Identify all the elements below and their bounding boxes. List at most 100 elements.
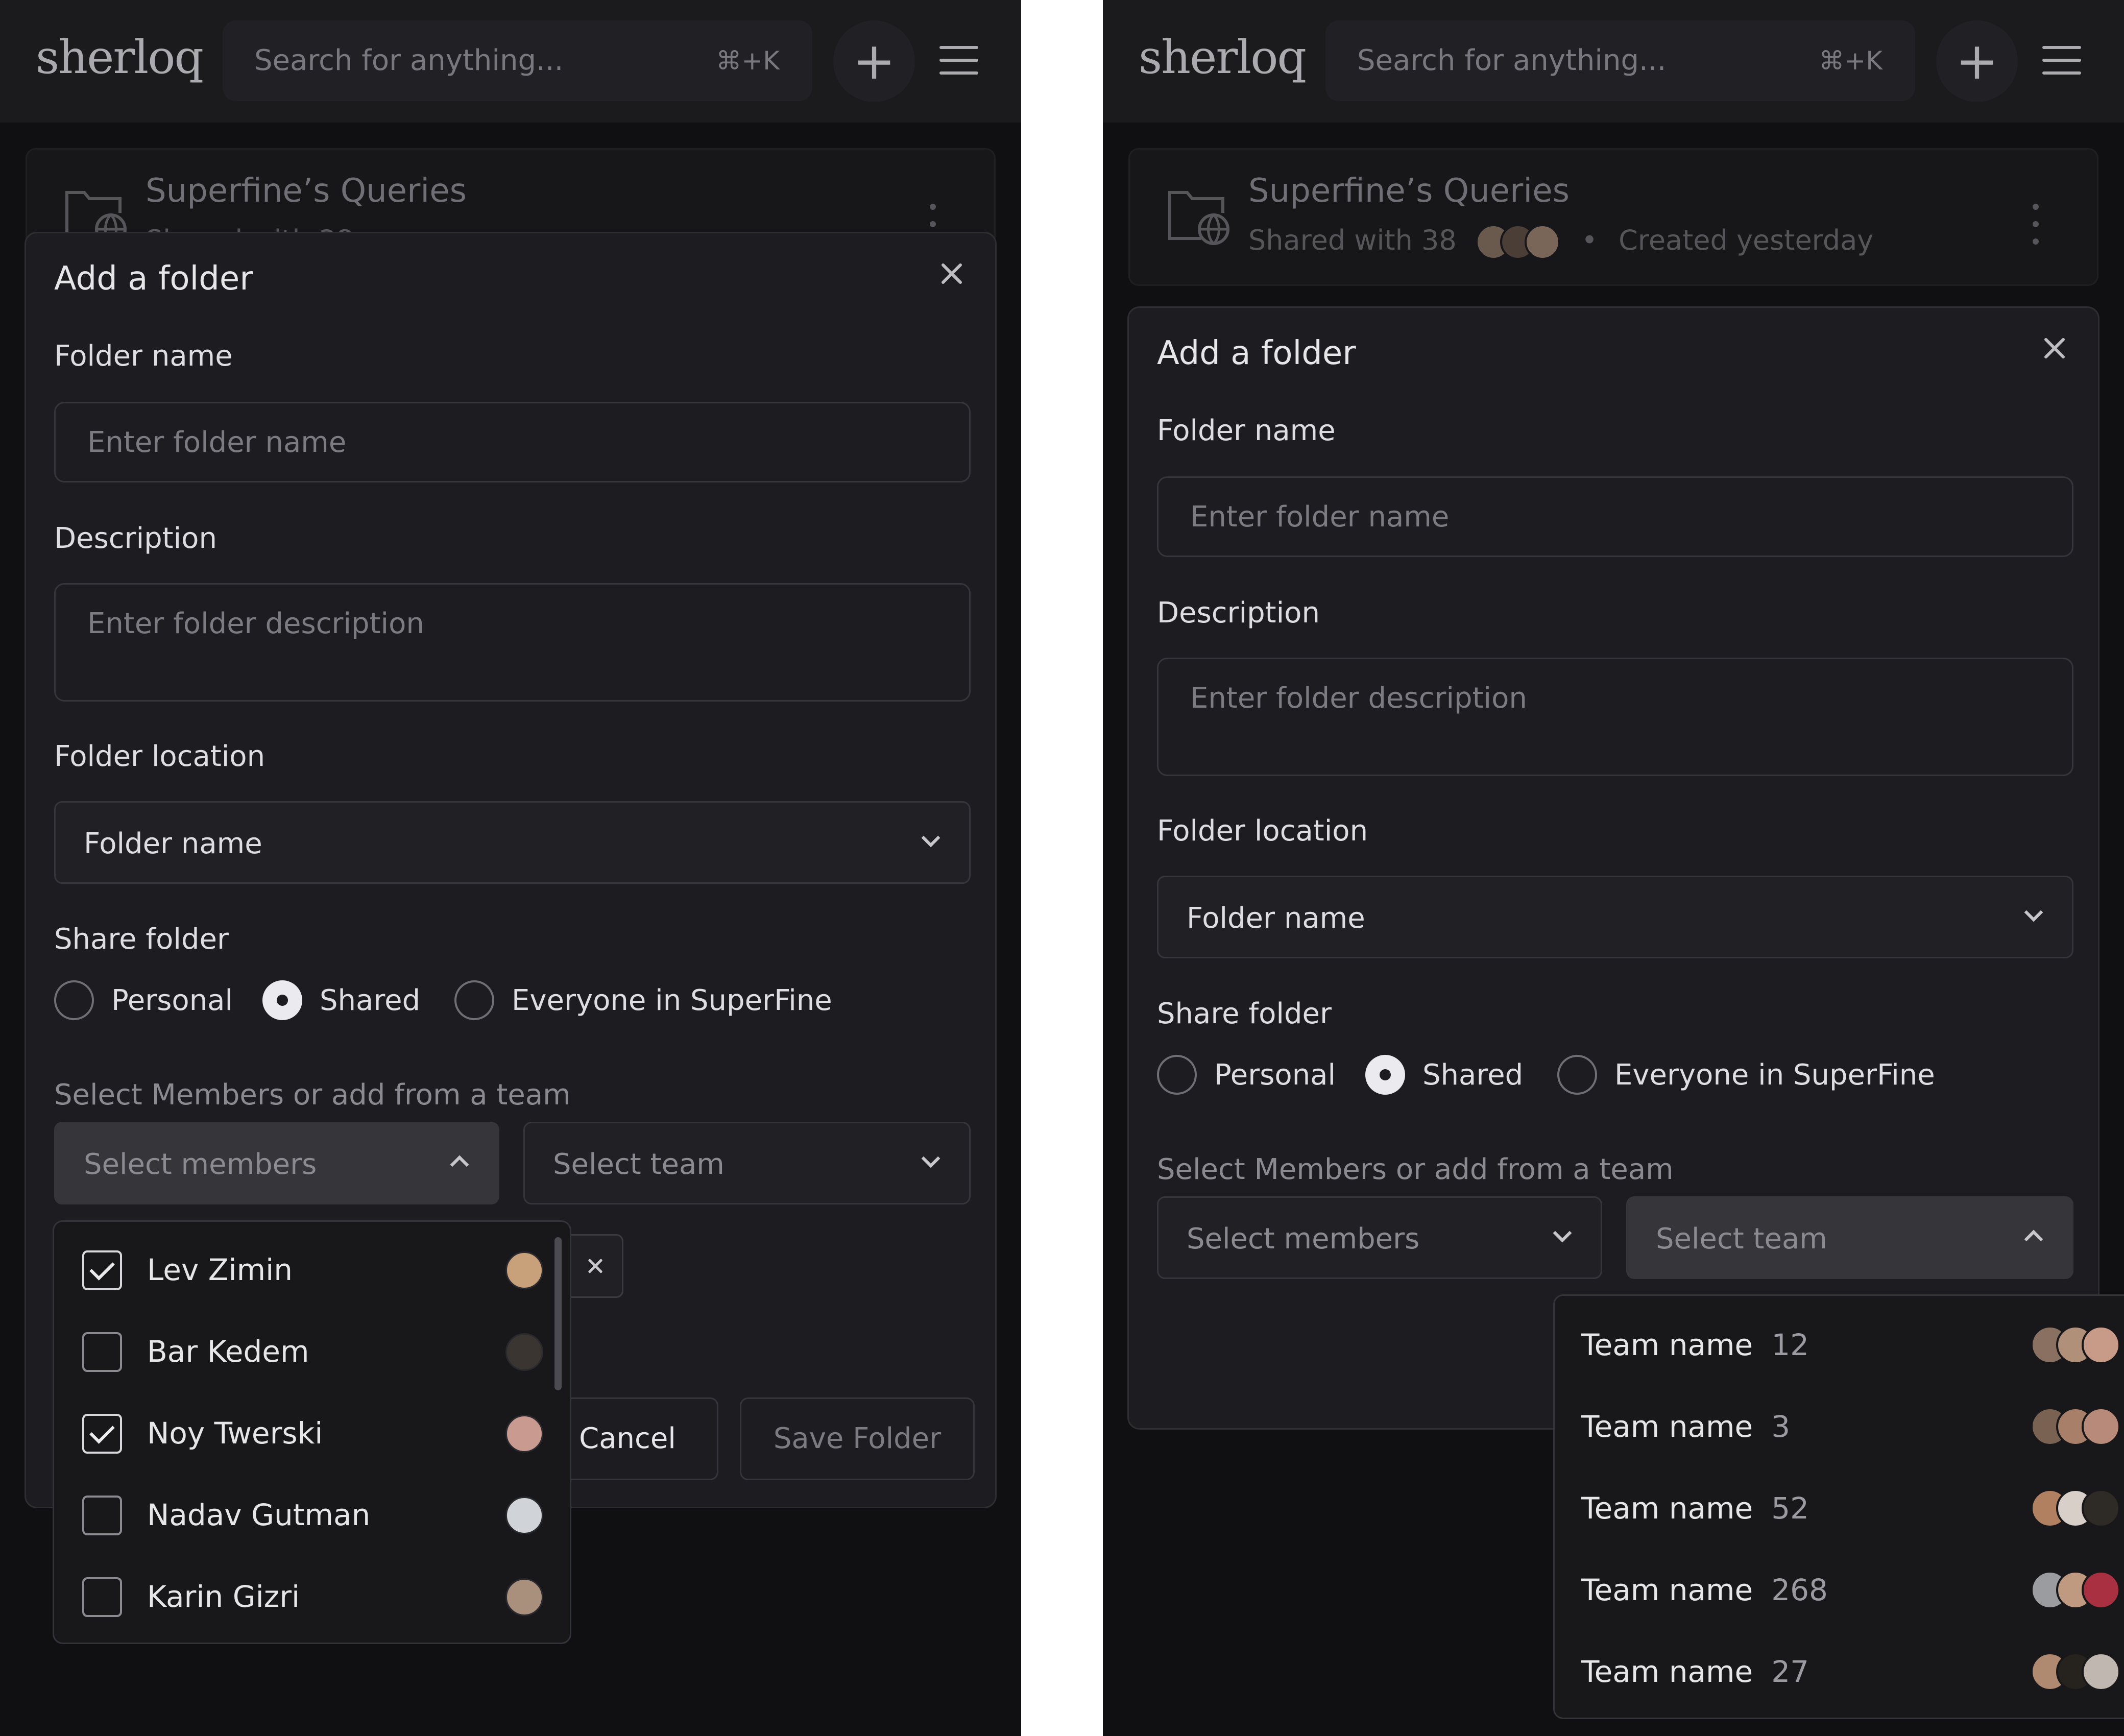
shared-with-text: Shared with 38 — [1248, 224, 1457, 256]
app-header: sherloq Search for anything... ⌘+K + — [1103, 0, 2124, 123]
team-label: Team name — [1581, 1409, 1753, 1444]
chevron-up-icon — [450, 1155, 469, 1174]
description-label: Description — [1157, 596, 1320, 630]
description-label: Description — [54, 522, 217, 555]
radio-everyone[interactable]: Everyone in SuperFine — [454, 978, 863, 1024]
select-members-placeholder: Select members — [1187, 1222, 1420, 1256]
hamburger-menu-icon[interactable] — [2042, 46, 2083, 75]
checkbox[interactable] — [82, 1496, 122, 1535]
team-member-count: 27 — [1771, 1654, 1809, 1689]
plus-icon: + — [853, 31, 896, 91]
team-option[interactable]: Team name 268 — [1555, 1547, 2124, 1629]
member-name: Bar Kedem — [147, 1334, 309, 1369]
team-member-count: 268 — [1771, 1573, 1828, 1607]
dialog-title: Add a folder — [54, 260, 253, 298]
radio-label-shared: Shared — [320, 984, 421, 1017]
members-dropdown-list: Lev Zimin Bar Kedem Noy Twerski Nadav Gutma… — [53, 1220, 571, 1644]
search-bar[interactable]: Search for anything... ⌘+K — [1325, 20, 1915, 101]
description-input[interactable] — [54, 583, 971, 702]
avatar — [505, 1333, 543, 1371]
member-option[interactable]: Lev Zimin — [54, 1227, 570, 1309]
folder-name-input[interactable] — [54, 402, 971, 483]
more-options-icon[interactable] — [2030, 199, 2040, 250]
radio-circle — [54, 980, 94, 1020]
folder-card-meta: Shared with 38 • Created yesterday — [1248, 224, 1873, 260]
checkbox[interactable] — [82, 1577, 122, 1617]
folder-name-label: Folder name — [1157, 414, 1336, 447]
logo[interactable]: sherloq — [1139, 31, 1307, 84]
team-label: Team name — [1581, 1573, 1753, 1607]
radio-personal[interactable]: Personal — [54, 978, 233, 1024]
members-hint: Select Members or add from a team — [1157, 1153, 1674, 1186]
radio-circle-selected — [262, 980, 302, 1020]
checkbox-checked[interactable] — [82, 1250, 122, 1290]
team-avatars — [2031, 1489, 2122, 1528]
team-member-count: 12 — [1771, 1328, 1809, 1362]
search-bar[interactable]: Search for anything... ⌘+K — [223, 20, 812, 101]
select-team-dropdown[interactable]: Select team — [523, 1122, 971, 1204]
folder-name-label: Folder name — [54, 340, 233, 373]
radio-circle — [454, 980, 494, 1020]
avatar — [505, 1497, 543, 1534]
radio-circle — [1157, 1055, 1197, 1095]
team-member-count: 3 — [1771, 1409, 1791, 1444]
folder-name-input[interactable] — [1157, 476, 2073, 557]
logo[interactable]: sherloq — [36, 31, 204, 84]
folder-card-title: Superfine’s Queries — [146, 172, 467, 210]
folder-card[interactable]: Superfine’s Queries Shared with 38 • Cre… — [1128, 148, 2098, 286]
screen-members-dropdown: sherloq Search for anything... ⌘+K + Sup… — [0, 0, 1021, 1736]
team-option[interactable]: Team name 52 — [1555, 1465, 2124, 1547]
member-option[interactable]: Bar Kedem — [54, 1309, 570, 1390]
chevron-down-icon — [2024, 903, 2043, 922]
share-folder-radio-group: Personal Shared Everyone in SuperFine — [54, 978, 973, 1024]
checkbox[interactable] — [82, 1332, 122, 1372]
share-folder-label: Share folder — [54, 923, 229, 956]
radio-everyone[interactable]: Everyone in SuperFine — [1557, 1052, 1966, 1098]
shared-folder-icon — [1168, 191, 1229, 246]
radio-shared[interactable]: Shared — [262, 978, 436, 1024]
shared-avatars — [1475, 224, 1562, 260]
team-label: Team name — [1581, 1328, 1753, 1362]
save-folder-button[interactable]: Save Folder — [740, 1397, 975, 1480]
avatar — [2082, 1652, 2120, 1691]
remove-chip-icon[interactable] — [585, 1256, 606, 1276]
folder-location-select[interactable]: Folder name — [1157, 876, 2073, 958]
teams-dropdown-list: Team name 12 Team name 3 Team name 52 Team nam… — [1553, 1294, 2124, 1719]
description-input[interactable] — [1157, 658, 2073, 776]
add-button[interactable]: + — [833, 20, 915, 102]
team-option[interactable]: Team name 3 — [1555, 1384, 2124, 1465]
search-placeholder: Search for anything... — [254, 44, 564, 77]
member-name: Karin Gizri — [147, 1579, 300, 1614]
team-option[interactable]: Team name 12 — [1555, 1302, 2124, 1384]
close-icon[interactable] — [934, 256, 970, 292]
select-members-dropdown[interactable]: Select members — [54, 1122, 499, 1204]
radio-shared[interactable]: Shared — [1365, 1052, 1539, 1098]
team-name: Team name 3 — [1581, 1409, 1790, 1444]
checkbox-checked[interactable] — [82, 1414, 122, 1454]
plus-icon: + — [1956, 31, 1998, 91]
add-button[interactable]: + — [1936, 20, 2018, 102]
save-folder-label: Save Folder — [773, 1422, 942, 1455]
team-option[interactable]: Team name 27 — [1555, 1629, 2124, 1710]
hamburger-menu-icon[interactable] — [939, 46, 980, 75]
select-team-dropdown[interactable]: Select team — [1626, 1196, 2073, 1279]
radio-label-shared: Shared — [1422, 1058, 1524, 1092]
chevron-down-icon — [921, 1149, 940, 1168]
radio-label-personal: Personal — [111, 984, 233, 1017]
app-header: sherloq Search for anything... ⌘+K + — [0, 0, 1021, 123]
radio-personal[interactable]: Personal — [1157, 1052, 1336, 1098]
member-option[interactable]: Nadav Gutman — [54, 1472, 570, 1554]
member-option[interactable]: Noy Twerski — [54, 1390, 570, 1472]
folder-location-select[interactable]: Folder name — [54, 801, 971, 884]
select-members-dropdown[interactable]: Select members — [1157, 1196, 1602, 1279]
member-option[interactable]: Karin Gizri — [54, 1554, 570, 1635]
close-icon[interactable] — [2037, 330, 2072, 366]
meta-separator: • — [1581, 224, 1598, 256]
member-name: Noy Twerski — [147, 1416, 323, 1451]
search-shortcut: ⌘+K — [716, 46, 780, 76]
avatar — [505, 1251, 543, 1289]
team-label: Team name — [1581, 1654, 1753, 1689]
member-name: Lev Zimin — [147, 1252, 293, 1287]
chevron-down-icon — [1553, 1223, 1572, 1243]
radio-label-personal: Personal — [1214, 1058, 1336, 1092]
